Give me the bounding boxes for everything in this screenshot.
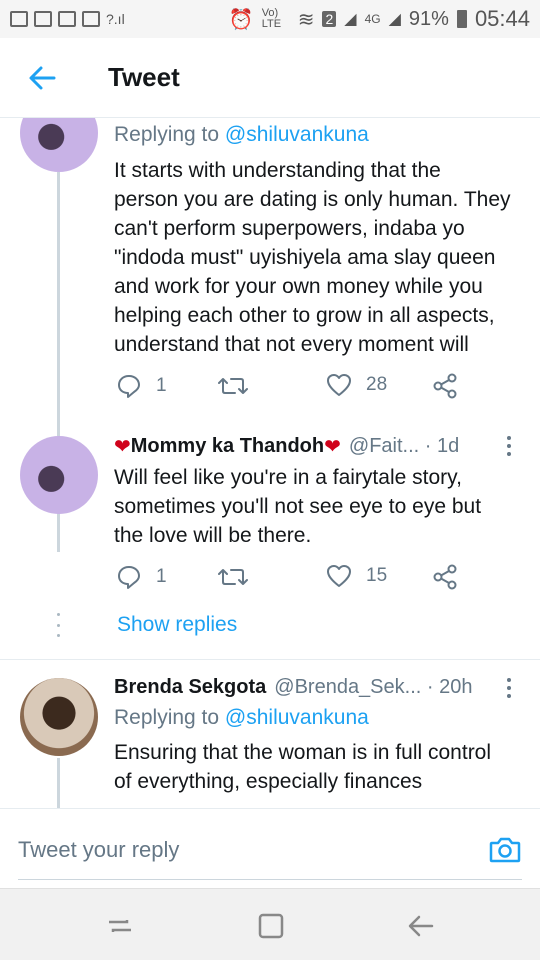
reply-button[interactable]: 1 (116, 564, 167, 590)
home-icon[interactable] (256, 911, 286, 941)
avatar[interactable] (20, 678, 98, 756)
tweet-text: It starts with understanding that the (114, 159, 441, 182)
handle-and-time: @Fait... · 1d (348, 435, 460, 457)
arrow-left-icon (29, 66, 56, 89)
tweet-actions: 1 28 (116, 373, 516, 403)
heart-icon (327, 565, 351, 587)
retweet-button[interactable] (218, 564, 248, 590)
tweet-text: the love will be there. (114, 524, 312, 547)
thread-line (57, 758, 60, 808)
battery-icon (456, 10, 467, 28)
share-button[interactable] (432, 373, 458, 399)
display-name[interactable]: Brenda Sekgota (114, 676, 266, 699)
share-button[interactable] (432, 564, 458, 590)
reply-button[interactable]: 1 (116, 373, 167, 399)
system-nav-bar (0, 888, 540, 960)
divider (0, 659, 540, 660)
more-options-button[interactable] (506, 436, 512, 456)
tweet-feed[interactable]: Replying to @shiluvankuna It starts with… (0, 118, 540, 808)
tweet-actions: 1 15 (116, 564, 516, 594)
tweet-text: person you are dating is only human. The… (114, 188, 511, 211)
tweet-text: understand that not every moment will (114, 333, 469, 356)
gmail-icon (10, 11, 28, 27)
tweet-text: helping each other to grow in all aspect… (114, 304, 495, 327)
volte-label: Vo) LTE (261, 7, 282, 30)
heart-icon (327, 374, 351, 396)
avatar[interactable] (20, 118, 98, 172)
show-replies-link[interactable]: Show replies (117, 613, 237, 637)
red-heart-emoji: ❤ (114, 436, 131, 458)
tweet-text: of everything, especially finances (114, 770, 423, 793)
image-icon (82, 11, 100, 27)
retweet-icon (218, 569, 248, 585)
notification-icons: ?.ıl (10, 11, 125, 27)
status-bar: ?.ıl ⏰ Vo) LTE ≋ 2 ◢ 4G ◢ 91% 05:44 (0, 0, 540, 38)
red-heart-emoji: ❤ (324, 436, 341, 458)
handle-and-time: @Brenda_Sek... · 20h (274, 676, 473, 698)
reply-input[interactable]: Tweet your reply (18, 837, 179, 863)
camera-icon[interactable] (488, 833, 522, 867)
sim-slot: 2 (322, 11, 337, 27)
replying-to: Replying to @shiluvankuna (114, 123, 369, 146)
app-header: Tweet (0, 38, 540, 118)
tweet-text: can't perform superpowers, indaba yo (114, 217, 465, 240)
clock: 05:44 (474, 6, 530, 31)
input-underline (18, 879, 522, 880)
alarm-icon: ⏰ (228, 8, 254, 31)
display-name[interactable]: Mommy ka Thandoh (131, 435, 324, 458)
signal-question-icon: ?.ıl (106, 11, 125, 27)
like-button[interactable]: 15 (326, 564, 387, 588)
reply-count: 1 (156, 566, 167, 587)
gmail-icon (58, 11, 76, 27)
gmail-icon (34, 11, 52, 27)
more-options-button[interactable] (506, 678, 512, 698)
tweet-author: Brenda Sekgota @Brenda_Sek... · 20h (114, 676, 472, 699)
tweet-author: ❤ Mommy ka Thandoh ❤ @Fait... · 1d (114, 434, 459, 459)
like-count: 28 (366, 374, 388, 395)
back-nav-icon[interactable] (406, 911, 436, 941)
back-button[interactable] (0, 38, 84, 118)
replying-to: Replying to @shiluvankuna (114, 706, 369, 729)
battery-percent: 91% (408, 7, 449, 30)
recent-apps-icon[interactable] (105, 911, 135, 941)
retweet-button[interactable] (218, 373, 248, 399)
thread-continuation-dots (57, 613, 60, 637)
share-icon (433, 373, 457, 399)
tweet-text: sometimes you'll not see eye to eye but (114, 495, 482, 518)
share-icon (433, 564, 457, 590)
like-count: 15 (366, 565, 388, 586)
tweet-text: and work for your own money while you (114, 275, 483, 298)
page-title: Tweet (108, 62, 180, 92)
reply-count: 1 (156, 375, 167, 396)
signal-icon: ◢ (344, 11, 357, 28)
tweet-text: Will feel like you're in a fairytale sto… (114, 466, 462, 489)
mention-link[interactable]: @shiluvankuna (225, 706, 369, 729)
reply-icon (118, 375, 140, 398)
tweet-text: "indoda must" uyishiyela ama slay queen (114, 246, 496, 269)
reply-composer: Tweet your reply (0, 808, 540, 888)
avatar[interactable] (20, 436, 98, 514)
mention-link[interactable]: @shiluvankuna (225, 123, 369, 146)
like-button[interactable]: 28 (326, 373, 387, 397)
network-type: 4G (364, 12, 381, 26)
reply-icon (118, 566, 140, 589)
signal-icon: ◢ (388, 11, 401, 28)
tweet-text: Ensuring that the woman is in full contr… (114, 741, 492, 764)
retweet-icon (218, 378, 248, 394)
wifi-icon: ≋ (297, 8, 315, 31)
